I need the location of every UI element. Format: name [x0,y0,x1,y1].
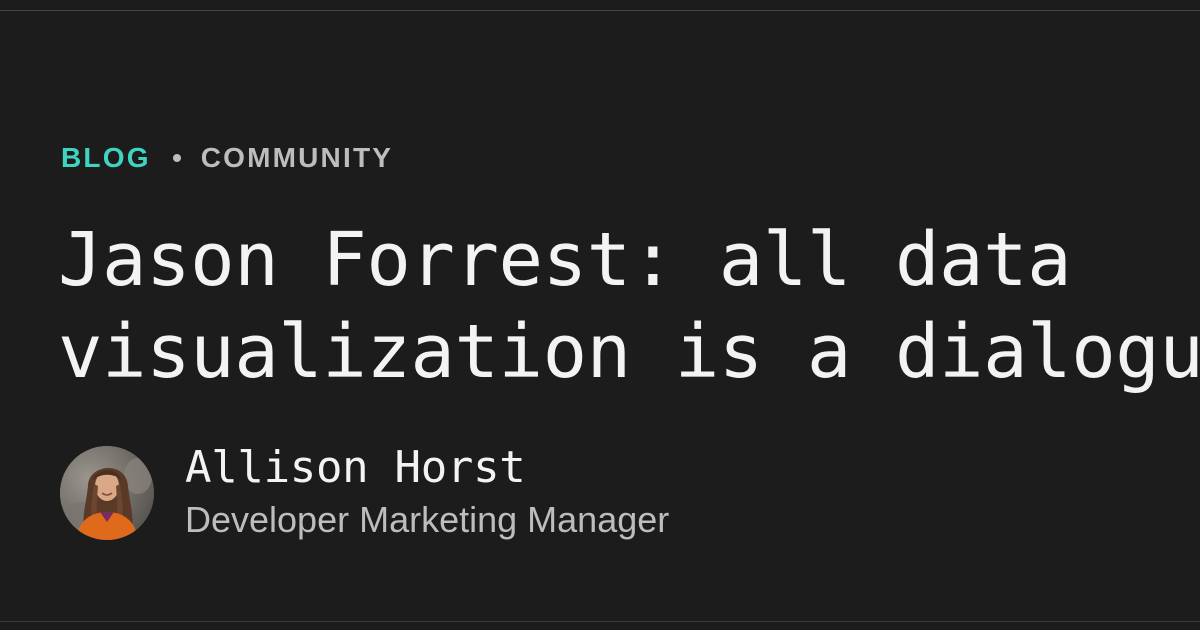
avatar[interactable] [60,446,154,540]
bullet-separator-icon [172,154,181,162]
bottom-divider [0,621,1200,622]
top-divider [0,10,1200,11]
breadcrumb-category[interactable]: COMMUNITY [201,142,393,174]
breadcrumb: BLOG COMMUNITY [61,141,393,175]
author-role: Developer Marketing Manager [185,499,670,540]
breadcrumb-section[interactable]: BLOG [61,142,151,174]
page-title-line-2: visualization is a dialogue [58,309,1200,395]
author-details: Allison Horst Developer Marketing Manage… [185,446,669,540]
author-name[interactable]: Allison Horst [185,446,669,490]
author-byline: Allison Horst Developer Marketing Manage… [60,446,669,540]
blog-share-card: BLOG COMMUNITY Jason Forrest: all data v… [0,0,1200,630]
avatar-portrait-icon [60,446,154,540]
page-title: Jason Forrest: all data visualization is… [58,214,1200,398]
page-title-line-1: Jason Forrest: all data [58,217,1072,303]
